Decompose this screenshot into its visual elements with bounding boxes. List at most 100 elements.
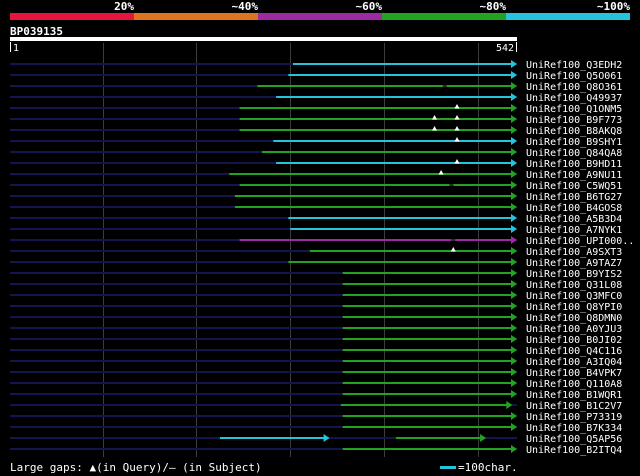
footer-legend: Large gaps: ▲(in Query)/— (in Subject) =… [10,461,518,474]
alignment-segment [342,426,512,428]
alignment-segment [342,382,512,384]
alignment-segment [288,261,512,263]
alignment-arrowhead [511,93,517,101]
alignment-label: UniRef100_B4GOS8 [526,203,622,214]
alignment-arrowhead [511,335,517,343]
alignment-label: UniRef100_B9HD11 [526,159,622,170]
alignment-arrowhead [506,401,513,409]
query-gap-marker [432,115,438,120]
alignment-row: UniRef100_B9YIS2 [10,269,622,280]
alignment-arrowhead [511,247,517,255]
identity-color-scale: 20% ~40% ~60% ~80% ~100% [10,0,630,20]
alignment-row: UniRef100_Q84QA8 [10,148,622,159]
scale-label: ~100% [597,0,630,13]
alignment-arrowhead [511,423,517,431]
alignment-row: UniRef100_Q3MFC0 [10,291,622,302]
alignment-arrowhead [511,346,517,354]
alignment-arrowhead [511,324,517,332]
scale-segment [10,13,134,20]
alignment-arrowhead [511,82,517,90]
alignment-segment [342,415,512,417]
alignment-row: UniRef100_B6TG27 [10,192,622,203]
alignment-label: UniRef100_B2ITQ4 [526,445,622,456]
alignment-row: UniRef100_A5B3D4 [10,214,622,225]
alignment-segment [342,327,512,329]
alignment-label: UniRef100_B0JI02 [526,335,622,346]
alignment-segment [288,217,512,219]
alignment-segment [340,404,508,406]
alignment-segment [342,393,512,395]
alignment-row: UniRef100_Q5O061 [10,71,622,82]
alignment-arrowhead [511,357,517,365]
alignment-segment [342,360,512,362]
alignment-row: UniRef100_Q31L08 [10,280,622,291]
alignment-arrowhead [511,291,517,299]
alignment-arrowhead [511,313,517,321]
alignment-arrowhead [511,368,517,376]
alignment-arrowhead [511,137,517,145]
query-gap-marker [454,137,460,142]
alignment-label: UniRef100_Q8O361 [526,82,622,93]
alignment-arrowhead [511,148,517,156]
ruler-end-label: 542 [496,43,514,54]
alignment-segment [234,206,513,208]
query-gap-marker [450,247,456,252]
alignment-row: UniRef100_A0YJU3 [10,324,622,335]
scale-label: ~80% [480,0,507,13]
scale-segment [134,13,258,20]
alignment-arrowhead [511,126,517,134]
alignment-segment [257,85,512,87]
alignment-label: UniRef100_Q5O061 [526,71,622,82]
alignment-row: UniRef100_B7K334 [10,423,622,434]
scale-segment [506,13,630,20]
alignment-label: UniRef100_A9SXT3 [526,247,622,258]
ruler-start-label: 1 [13,43,19,54]
alignment-label: UniRef100_A7NYK1 [526,225,622,236]
scale-segment [382,13,506,20]
alignment-segment [342,294,512,296]
alignment-row: UniRef100_Q8YPI0 [10,302,622,313]
gaps-legend-text: Large gaps: ▲(in Query)/— (in Subject) [10,461,262,474]
alignment-arrowhead [511,71,517,79]
alignment-segment [342,349,512,351]
alignment-row: UniRef100_B1WQR1 [10,390,622,401]
alignment-row: UniRef100_A9SXT3 [10,247,622,258]
alignment-segment [288,74,512,76]
alignment-segment [276,96,512,98]
alignment-label: UniRef100_A9TAZ7 [526,258,622,269]
alignment-label: UniRef100_Q3MFC0 [526,291,622,302]
alignment-segment [342,272,512,274]
alignment-label: UniRef100_Q4C116 [526,346,622,357]
query-title: BP039135 [10,25,63,38]
alignment-row: UniRef100_B9SHY1 [10,137,622,148]
alignment-segment [239,129,512,131]
alignment-segment [342,283,512,285]
subject-gap-marker [449,184,454,186]
alignment-arrowhead [511,170,517,178]
alignment-segment [219,437,325,439]
alignment-arrowhead [511,390,517,398]
alignment-segment [342,338,512,340]
query-gap-marker [438,170,444,175]
alignment-label: UniRef100_B9SHY1 [526,137,622,148]
alignment-arrowhead [511,203,517,211]
alignment-label: UniRef100_Q8YPI0 [526,302,622,313]
alignment-label: UniRef100_B4VPK7 [526,368,622,379]
alignment-segment [276,162,512,164]
alignment-label: UniRef100_Q84QA8 [526,148,622,159]
alignment-label: UniRef100_UPI000.. [526,236,634,247]
alignment-segment [239,107,512,109]
alignment-arrowhead [511,302,517,310]
subject-gap-marker [442,85,447,87]
query-gap-marker [432,126,438,131]
alignment-arrowhead [511,159,517,167]
alignment-segment [273,140,512,142]
alignment-segment [290,228,512,230]
scale-segment [258,13,382,20]
alignment-segment [239,239,512,241]
alignment-row: UniRef100_Q8O361 [10,82,622,93]
query-bar [10,37,517,41]
scale-label: ~60% [356,0,383,13]
alignment-segment [342,305,512,307]
alignment-label: UniRef100_Q49937 [526,93,622,104]
